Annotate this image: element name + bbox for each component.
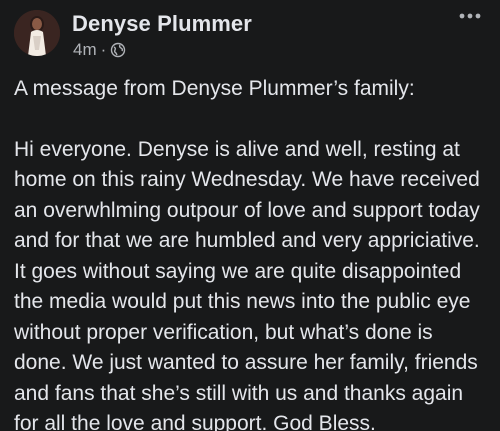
facebook-post: Denyse Plummer 4m · A message from Denys… xyxy=(0,0,500,431)
post-header: Denyse Plummer 4m · xyxy=(12,8,488,64)
more-options-icon[interactable] xyxy=(456,10,484,30)
meta-separator: · xyxy=(100,40,107,59)
post-intro: A message from Denyse Plummer’s family: xyxy=(14,77,415,100)
author-name[interactable]: Denyse Plummer xyxy=(72,11,252,37)
post-timestamp[interactable]: 4m xyxy=(73,40,97,60)
post-body: A message from Denyse Plummer’s family: … xyxy=(14,74,488,431)
author-avatar[interactable] xyxy=(14,10,60,56)
post-message: Hi everyone. Denyse is alive and well, r… xyxy=(14,137,480,431)
globe-icon[interactable] xyxy=(110,42,126,58)
post-meta: 4m · xyxy=(73,40,126,60)
